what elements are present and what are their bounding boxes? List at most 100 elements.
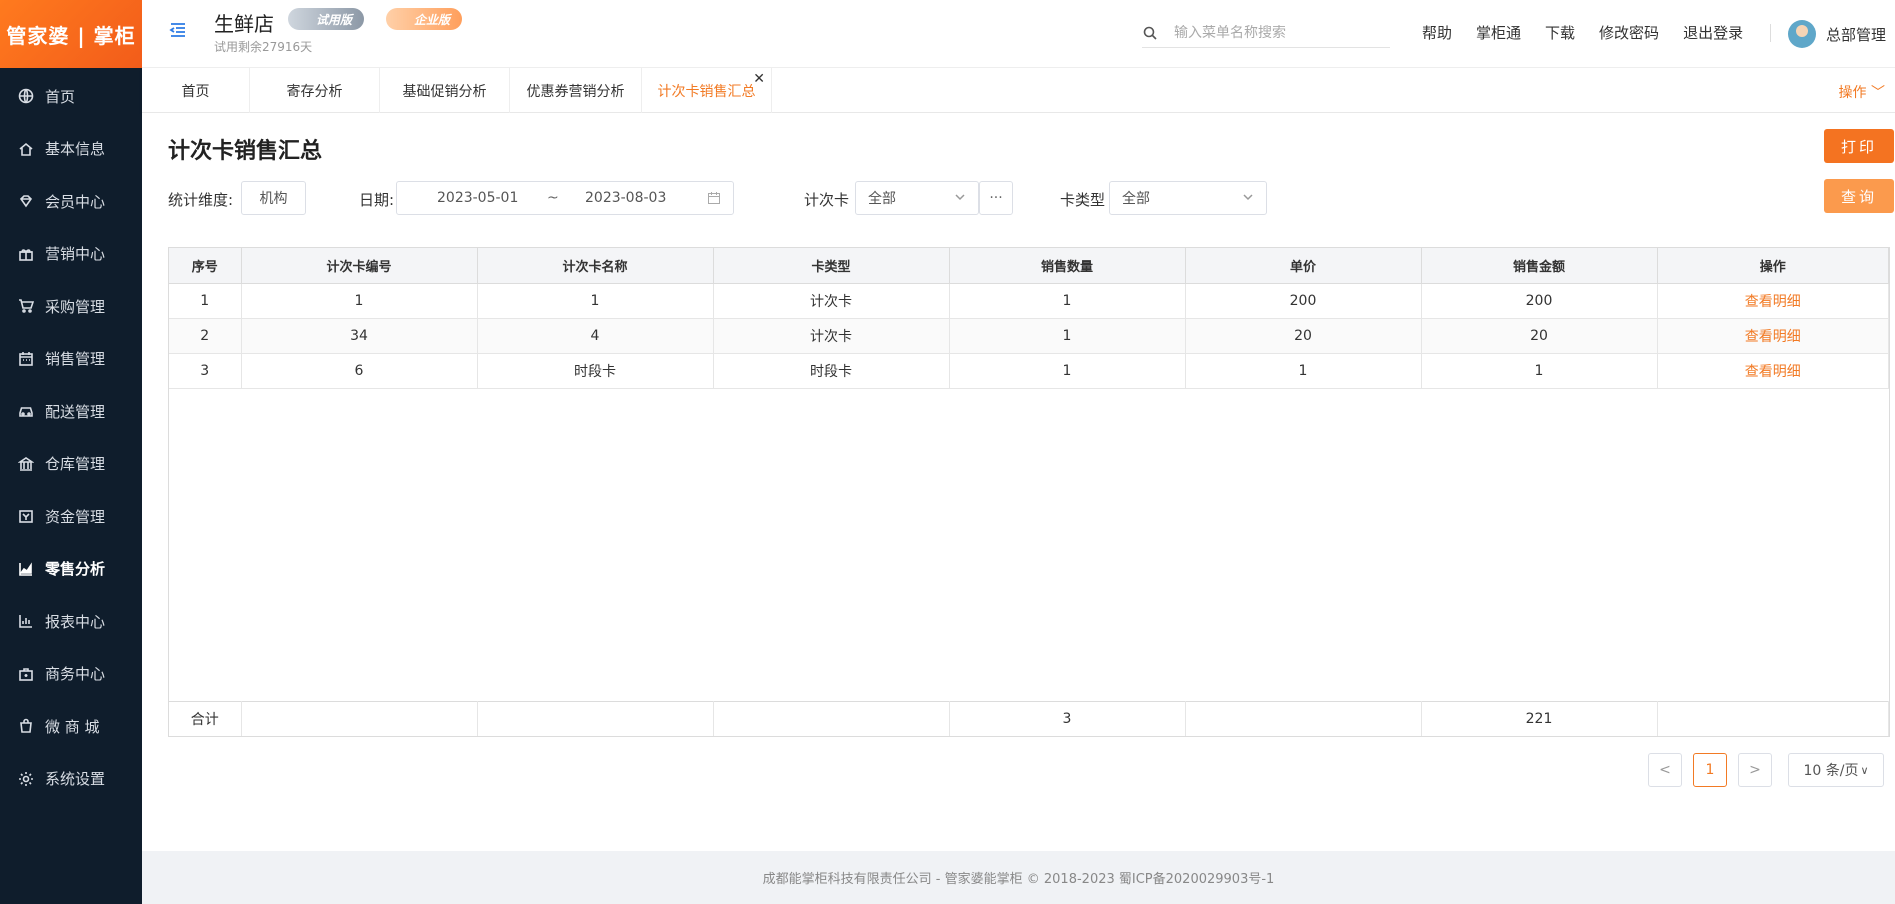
sidebar-item-label: 报表中心 [45,612,106,631]
main-content: 计次卡销售汇总 打印 查询 统计维度: 机构 日期: 2023-05-01 ~ … [142,113,1895,851]
sidebar-item-label: 会员中心 [45,192,106,211]
table-cell: 3 [169,353,242,389]
menu-search-input[interactable] [1174,24,1390,41]
column-header: 计次卡名称 [477,248,714,284]
page-1-button[interactable]: 1 [1693,753,1727,787]
close-icon[interactable]: ✕ [753,71,765,87]
footer-text: 成都能掌柜科技有限责任公司 - 管家婆能掌柜 © 2018-2023 蜀ICP备… [762,872,1275,887]
table-cell: 1 [1185,353,1422,389]
tab-home[interactable]: 首页 [142,68,250,113]
user-menu[interactable]: 总部管理 [1788,20,1886,48]
table-cell: 20 [1421,318,1658,354]
table-row: 1 1 1 计次卡 1 200 200 查看明细 [169,283,1889,319]
page-size-select[interactable]: 10 条/页 ∨ [1788,753,1884,787]
menu-toggle-icon[interactable] [168,20,188,40]
date-end[interactable]: 2023-08-03 [585,190,666,206]
zhangguitong-link[interactable]: 掌柜通 [1476,22,1521,43]
store-name: 生鲜店 [214,12,274,36]
sidebar-item[interactable]: 商务中心 [0,648,142,701]
sidebar-item[interactable]: 资金管理 [0,490,142,543]
help-link[interactable]: 帮助 [1422,22,1452,43]
summary-cell: 3 [949,700,1186,736]
table-cell: 1 [241,283,478,319]
top-links: 帮助 掌柜通 下载 修改密码 退出登录 [1422,22,1767,43]
tab-basic-promo-analysis[interactable]: 基础促销分析 [380,68,510,113]
chevron-left-icon: < [1659,762,1671,778]
menu-search [1142,18,1390,48]
page-number: 1 [1705,762,1715,778]
sidebar-item[interactable]: 基本信息 [0,123,142,176]
sidebar-item[interactable]: 配送管理 [0,385,142,438]
tab-storage-analysis[interactable]: 寄存分析 [250,68,380,113]
tab-label: 优惠券营销分析 [526,83,625,100]
table-cell: 时段卡 [477,353,714,389]
sidebar-item[interactable]: 微 商 城 [0,700,142,753]
tab-operations-dropdown[interactable]: 操作 ﹀ [1839,82,1885,102]
query-button[interactable]: 查询 [1824,179,1894,213]
more-button[interactable]: ··· [979,181,1013,215]
trial-badge: 试用版 [288,8,365,30]
logout-link[interactable]: 退出登录 [1683,22,1743,43]
table-cell: 34 [241,318,478,354]
print-button[interactable]: 打印 [1824,129,1894,163]
view-detail-link[interactable]: 查看明细 [1657,318,1889,354]
brand-logo[interactable]: 管家婆 | 掌柜 [0,0,142,68]
next-page-button[interactable]: > [1738,753,1772,787]
view-detail-link[interactable]: 查看明细 [1657,353,1889,389]
top-header: 生鲜店 试用版 企业版 试用剩余27916天 帮助 掌柜通 下载 修改密码 退出… [142,0,1895,68]
summary-table: 合计 3 221 [169,700,1889,736]
calendar-icon[interactable] [707,191,721,209]
home-icon [17,140,35,158]
sidebar-item[interactable]: 首页 [0,70,142,123]
sidebar-item[interactable]: 报表中心 [0,595,142,648]
gear-icon [17,770,35,788]
prev-page-button[interactable]: < [1648,753,1682,787]
date-range-picker[interactable]: 2023-05-01 ~ 2023-08-03 [396,181,734,215]
bank-icon [17,455,35,473]
column-header: 操作 [1657,248,1889,284]
trial-remaining-text: 试用剩余27916天 [214,40,313,54]
sidebar-item[interactable]: 销售管理 [0,333,142,386]
table-cell: 1 [169,283,242,319]
sidebar-item[interactable]: 会员中心 [0,175,142,228]
change-password-link[interactable]: 修改密码 [1599,22,1659,43]
summary-row: 合计 3 221 [169,700,1889,736]
view-detail-link[interactable]: 查看明细 [1657,283,1889,319]
sidebar-item-label: 营销中心 [45,245,106,264]
download-link[interactable]: 下载 [1545,22,1575,43]
diamond-icon [17,192,35,210]
date-separator: ~ [547,190,559,206]
sidebar-item-label: 仓库管理 [45,455,106,474]
sidebar-item[interactable]: 系统设置 [0,753,142,806]
summary-cell [1185,700,1422,736]
area-chart-icon [17,560,35,578]
sidebar-item[interactable]: 营销中心 [0,228,142,281]
sidebar-item-label: 商务中心 [45,665,106,684]
card-type-select[interactable]: 全部 [1109,181,1267,215]
table-cell: 200 [1421,283,1658,319]
tab-coupon-analysis[interactable]: 优惠券营销分析 [510,68,642,113]
dimension-value: 机构 [259,191,288,207]
sidebar-item[interactable]: 仓库管理 [0,438,142,491]
shopping-bag-icon [17,717,35,735]
sidebar-item-label: 配送管理 [45,402,106,421]
summary-cell: 221 [1421,700,1658,736]
chevron-down-icon [954,191,966,203]
user-name: 总部管理 [1826,25,1887,44]
search-icon[interactable] [1142,25,1158,41]
chevron-down-icon [1242,191,1254,203]
table-header-row: 序号 计次卡编号 计次卡名称 卡类型 销售数量 单价 销售金额 操作 [169,248,1889,284]
table-cell: 200 [1185,283,1422,319]
page-tabs: 首页 寄存分析 基础促销分析 优惠券营销分析 计次卡销售汇总 ✕ 操作 ﹀ [142,68,1895,113]
page-size-value: 10 条/页 [1803,763,1859,779]
tab-label: 寄存分析 [286,83,343,100]
date-start[interactable]: 2023-05-01 [437,190,518,206]
sidebar-item[interactable]: 零售分析 [0,543,142,596]
count-card-select[interactable]: 全部 [855,181,979,215]
dimension-select[interactable]: 机构 [241,181,306,215]
summary-cell [241,700,478,736]
sidebar-item[interactable]: 采购管理 [0,280,142,333]
table-cell: 1 [1421,353,1658,389]
chevron-down-icon: ﹀ [1871,85,1885,101]
tab-count-card-summary[interactable]: 计次卡销售汇总 ✕ [642,68,772,113]
